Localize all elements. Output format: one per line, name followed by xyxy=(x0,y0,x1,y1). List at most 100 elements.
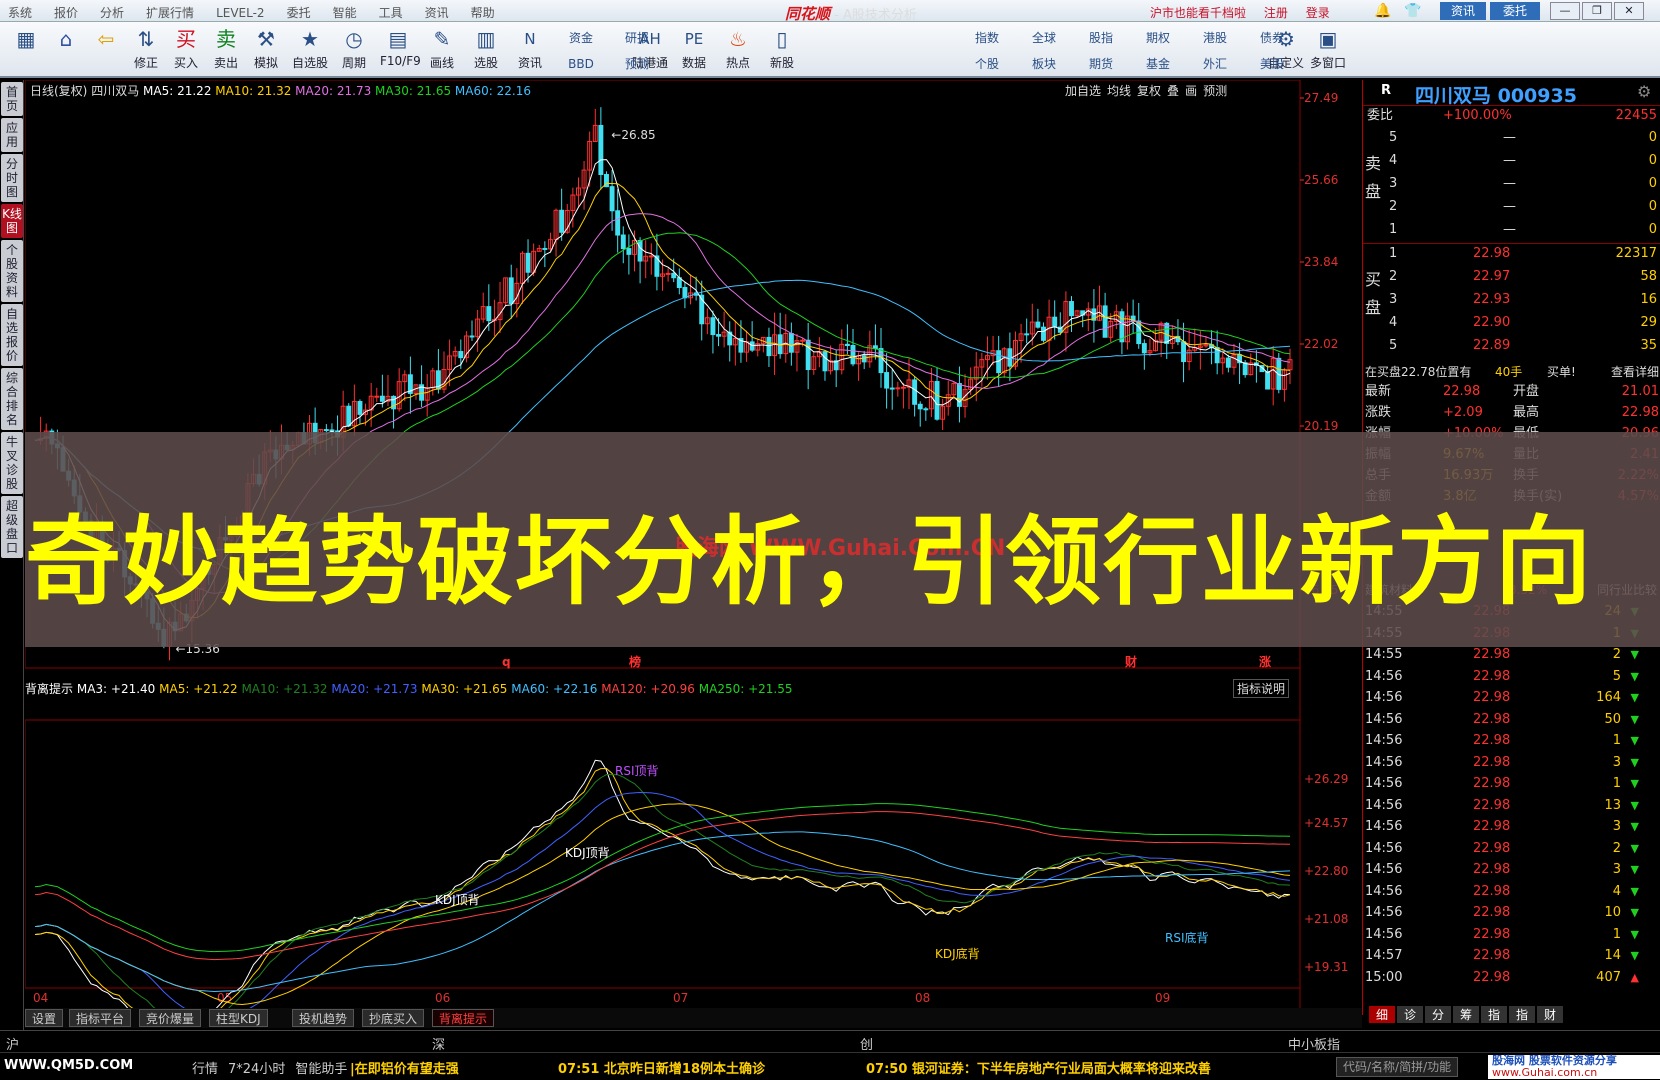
toolbar-pair-top-0[interactable]: 资金 xyxy=(556,26,606,50)
toolbar-button-7[interactable]: ★ 自选股 xyxy=(292,24,328,76)
left-nav-item[interactable]: 分时图 xyxy=(1,154,23,202)
toolbar-button-0[interactable]: ▦ xyxy=(8,24,44,76)
market-bottom-4[interactable]: 外汇 xyxy=(1190,52,1240,76)
index-sh[interactable]: 沪 xyxy=(6,1034,19,1053)
register-link[interactable]: 注册 xyxy=(1264,6,1288,20)
quote-tab[interactable]: 指 xyxy=(1481,1006,1507,1023)
left-nav-item[interactable]: 自选报价 xyxy=(1,304,23,366)
chart-control[interactable]: 叠 xyxy=(1167,84,1179,98)
market-bottom-3[interactable]: 基金 xyxy=(1133,52,1183,76)
toolbar-button-14[interactable]: PE 数据 xyxy=(676,24,712,76)
minimize-icon[interactable]: — xyxy=(1550,2,1580,20)
index-cy[interactable]: 创 xyxy=(860,1034,873,1053)
indicator-tab[interactable]: 竞价爆量 xyxy=(139,1009,202,1027)
market-top-4[interactable]: 港股 xyxy=(1190,26,1240,50)
menu-item[interactable]: 帮助 xyxy=(471,4,495,21)
news-button[interactable]: 资讯 xyxy=(1440,2,1486,20)
indicator-tab[interactable]: 抄底买入 xyxy=(362,1009,425,1027)
toolbar-pair-top-1[interactable]: 研报 xyxy=(612,26,662,50)
left-nav-item[interactable]: 超级盘口 xyxy=(1,496,23,558)
toolbar-button-6[interactable]: ⚒ 模拟 xyxy=(248,24,284,76)
menu-item[interactable]: 资讯 xyxy=(425,4,449,21)
menu-item[interactable]: LEVEL-2 xyxy=(216,6,265,20)
shirt-icon[interactable]: 👕 xyxy=(1404,3,1421,19)
login-link[interactable]: 登录 xyxy=(1306,6,1330,20)
quote-tab[interactable]: 细 xyxy=(1369,1006,1395,1023)
toolbar-button-18[interactable]: ▣ 多窗口 xyxy=(1310,24,1346,76)
index-sz[interactable]: 深 xyxy=(432,1034,445,1053)
chart-control[interactable]: 预测 xyxy=(1203,84,1227,98)
indicator-tab[interactable]: 投机趋势 xyxy=(292,1009,355,1027)
quote-tab[interactable]: 财 xyxy=(1537,1006,1563,1023)
market-top-5[interactable]: 债券 xyxy=(1247,26,1297,50)
indicator-help-button[interactable]: 指标说明 xyxy=(1233,679,1290,698)
menu-item[interactable]: 扩展行情 xyxy=(146,4,194,21)
indicator-tab[interactable]: 背离提示 xyxy=(432,1009,495,1027)
close-icon[interactable]: ✕ xyxy=(1614,2,1644,20)
indicator-tab[interactable]: 柱型KDJ xyxy=(209,1009,268,1027)
left-nav-item[interactable]: 应用 xyxy=(1,118,23,152)
market-top-0[interactable]: 指数 xyxy=(962,26,1012,50)
left-nav-item[interactable]: 综合排名 xyxy=(1,368,23,430)
quote-tab[interactable]: 分 xyxy=(1425,1006,1451,1023)
toolbar-button-8[interactable]: ◷ 周期 xyxy=(336,24,372,76)
toolbar-pair-bottom-0[interactable]: BBD xyxy=(556,52,606,76)
search-input[interactable]: 代码/名称/简拼/功能 xyxy=(1336,1057,1459,1077)
chart-control[interactable]: 画 xyxy=(1185,84,1197,98)
tick-arrow-icon: ▼ xyxy=(1630,841,1639,855)
left-nav-item[interactable]: 首页 xyxy=(1,82,23,116)
quote-tab[interactable]: 筹 xyxy=(1453,1006,1479,1023)
market-bottom-5[interactable]: 美股 xyxy=(1247,52,1297,76)
menu-item[interactable]: 报价 xyxy=(54,4,78,21)
index-zxb[interactable]: 中小板指 xyxy=(1288,1034,1340,1053)
toolbar-pair-bottom-1[interactable]: 预测 xyxy=(612,52,662,76)
menu-item[interactable]: 分析 xyxy=(100,4,124,21)
left-nav-item[interactable]: K线图 xyxy=(1,204,23,238)
toolbar-button-11[interactable]: ▥ 选股 xyxy=(468,24,504,76)
left-nav-item[interactable]: 牛叉诊股 xyxy=(1,432,23,494)
news-item-3[interactable]: 07:50 银河证券：下半年房地产行业局面大概率将迎来改善 xyxy=(866,1058,1211,1077)
menu-item[interactable]: 工具 xyxy=(379,4,403,21)
indicator-tab[interactable]: 设置 xyxy=(25,1009,64,1027)
market-top-1[interactable]: 全球 xyxy=(1019,26,1069,50)
trade-button[interactable]: 委托 xyxy=(1490,2,1540,20)
market-bottom-2[interactable]: 期货 xyxy=(1076,52,1126,76)
status-item[interactable]: 行情 xyxy=(192,1062,218,1077)
news-item-2[interactable]: 07:51 北京昨日新增18例本土确诊 xyxy=(558,1058,765,1077)
toolbar-button-16[interactable]: ▯ 新股 xyxy=(764,24,800,76)
toolbar-button-4[interactable]: 买买入 xyxy=(168,24,204,76)
left-nav-item[interactable]: 个股资料 xyxy=(1,240,23,302)
quote-tab[interactable]: 诊 xyxy=(1397,1006,1423,1023)
settings-gear-icon[interactable]: ⚙ xyxy=(1637,82,1651,101)
status-item[interactable]: 7*24小时 xyxy=(228,1062,285,1077)
toolbar-button-10[interactable]: ✎ 画线 xyxy=(424,24,460,76)
menu-item[interactable]: 系统 xyxy=(8,4,32,21)
toolbar-button-5[interactable]: 卖卖出 xyxy=(208,24,244,76)
sub-ma20: MA20: +21.73 xyxy=(331,682,418,696)
news-item-1[interactable]: |在即铝价有望走强 xyxy=(350,1058,459,1077)
market-top-2[interactable]: 股指 xyxy=(1076,26,1126,50)
quote-tab[interactable]: 指 xyxy=(1509,1006,1535,1023)
chart-control[interactable]: 复权 xyxy=(1137,84,1161,98)
restore-icon[interactable]: ❐ xyxy=(1582,2,1612,20)
menu-item[interactable]: 智能 xyxy=(333,4,357,21)
status-item[interactable]: 智能助手 xyxy=(295,1062,347,1077)
chart-control[interactable]: 均线 xyxy=(1107,84,1131,98)
toolbar-button-2[interactable]: ⇦ xyxy=(88,24,124,76)
market-bottom-0[interactable]: 个股 xyxy=(962,52,1012,76)
indicator-tab[interactable]: 指标平台 xyxy=(69,1009,132,1027)
slogan[interactable]: 沪市也能看千档啦 xyxy=(1150,6,1246,20)
ask-level: 4 xyxy=(1389,153,1398,168)
market-top-3[interactable]: 期权 xyxy=(1133,26,1183,50)
chart-control[interactable]: 加自选 xyxy=(1065,84,1101,98)
market-bottom-1[interactable]: 板块 xyxy=(1019,52,1069,76)
sub-indicator-name[interactable]: 背离提示 xyxy=(25,682,73,696)
toolbar-button-1[interactable]: ⌂ xyxy=(48,24,84,76)
menu-item[interactable]: 委托 xyxy=(287,4,311,21)
toolbar-button-12[interactable]: N 资讯 xyxy=(512,24,548,76)
weibi-value: +100.00% xyxy=(1443,108,1512,123)
toolbar-button-3[interactable]: ⇅ 修正 xyxy=(128,24,164,76)
toolbar-button-9[interactable]: ▤ F10/F9 xyxy=(380,24,421,76)
bell-icon[interactable]: 🔔 xyxy=(1374,3,1391,19)
toolbar-button-15[interactable]: ♨ 热点 xyxy=(720,24,756,76)
